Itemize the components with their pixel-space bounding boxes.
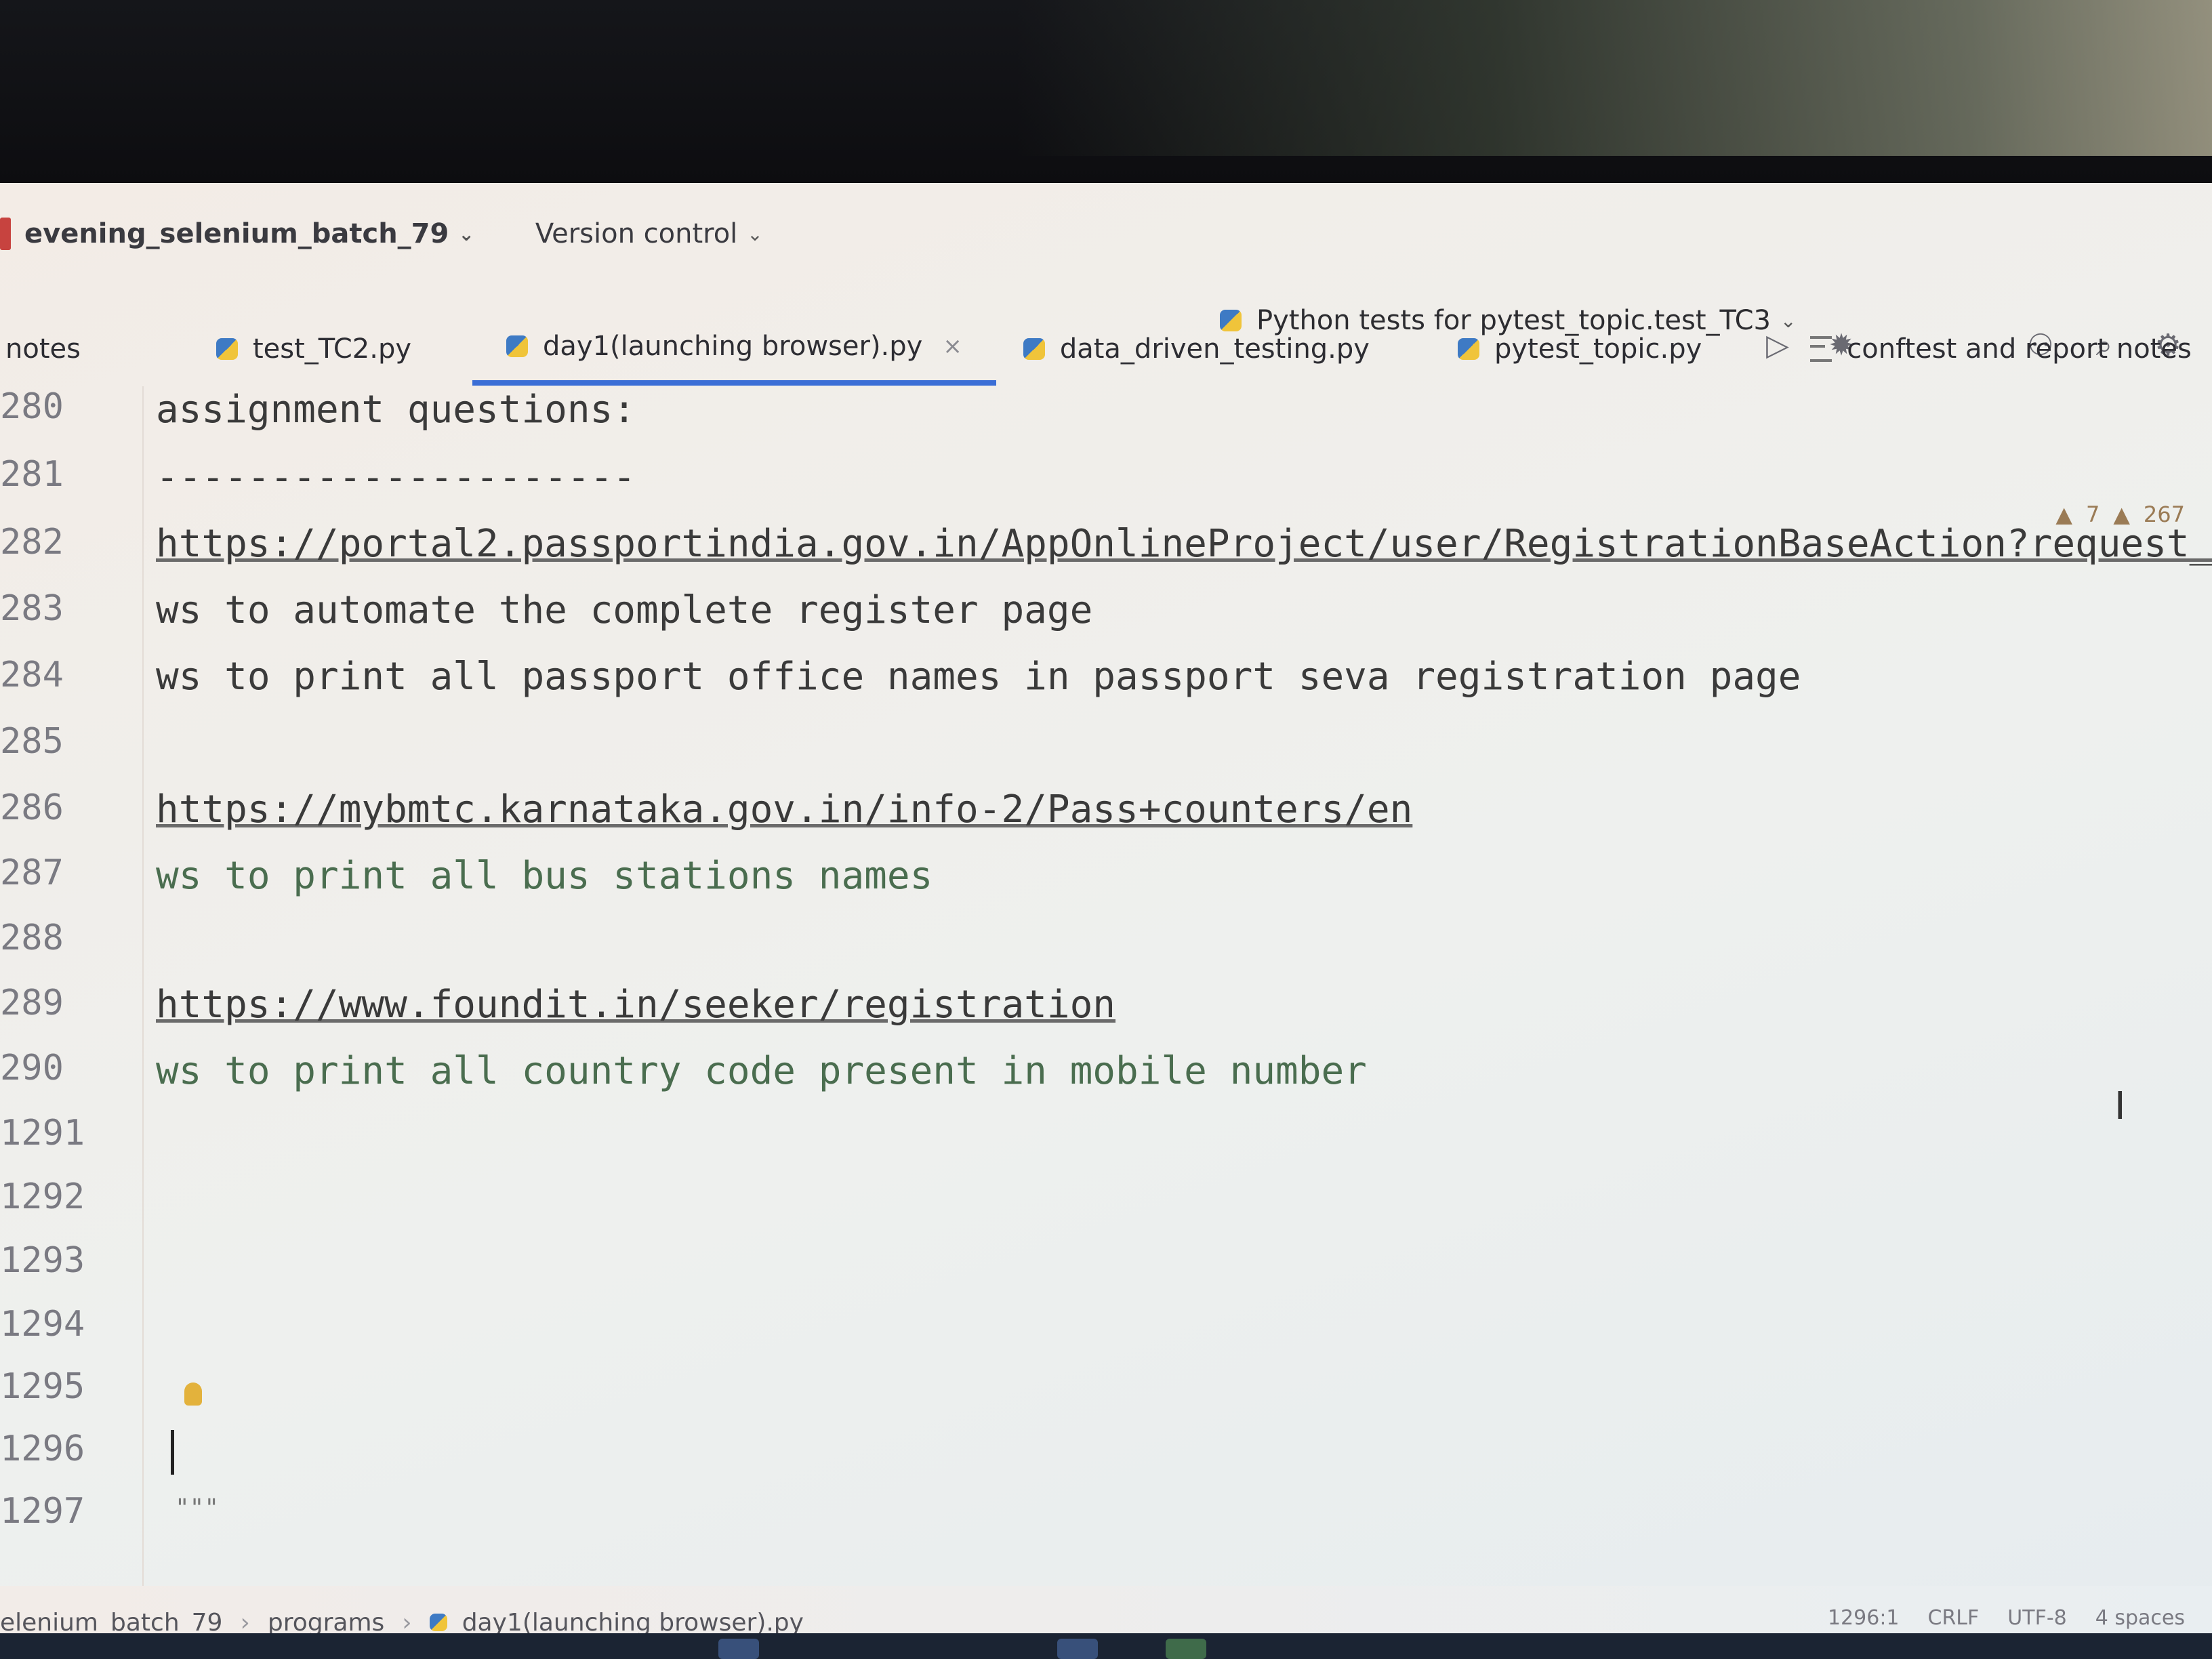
line-number: 289 [0,983,64,1023]
code-line-url[interactable]: https://mybmtc.karnataka.gov.in/info-2/P… [156,787,1412,832]
code-line[interactable]: ws to print all country code present in … [156,1049,1367,1093]
project-name: evening_selenium_batch_79 [24,218,449,249]
code-line[interactable]: assignment questions: [156,388,636,432]
chevron-right-icon: › [402,1608,412,1637]
editor-tabs: notes test_TC2.py day1(launching browser… [0,312,2212,386]
chevron-right-icon: › [240,1608,250,1637]
mouse-ibeam-cursor-icon: I [2114,1084,2126,1128]
line-number: 285 [0,721,64,762]
python-file-icon [1023,338,1045,360]
python-file-icon [216,338,238,360]
line-separator[interactable]: CRLF [1928,1606,1980,1630]
line-number: 280 [0,386,64,427]
line-number: 283 [0,588,64,629]
line-number: 281 [0,454,64,495]
line-number: 282 [0,522,64,562]
python-file-icon [506,335,529,357]
room-window-light [1017,0,2212,156]
text-caret [171,1430,174,1475]
line-number: 1297 [0,1491,85,1532]
python-file-icon [1457,338,1479,360]
ide-window: evening_selenium_batch_79 ⌄ Version cont… [0,183,2212,1659]
breadcrumb-folder[interactable]: programs [268,1609,384,1637]
status-widgets: 1296:1 CRLF UTF-8 4 spaces [1828,1606,2185,1630]
vcs-label: Version control [535,218,738,249]
tab-data-driven-testing[interactable]: data_driven_testing.py [996,315,1424,383]
line-number: 286 [0,787,64,828]
code-line-url[interactable]: https://portal2.passportindia.gov.in/App… [156,522,2212,566]
tab-conftest-notes[interactable]: conftest and report notes [1776,315,2212,383]
caret-position[interactable]: 1296:1 [1828,1606,1900,1630]
close-tab-icon[interactable]: × [943,333,962,360]
code-line[interactable]: ws to print all passport office names in… [156,655,1801,699]
code-line[interactable]: ws to print all bus stations names [156,854,933,898]
tab-notes[interactable]: notes [0,315,182,383]
breadcrumb-file[interactable]: day1(launching browser).py [462,1609,804,1637]
breadcrumb: elenium_batch_79 › programs › day1(launc… [0,1609,804,1637]
python-file-icon [429,1614,447,1631]
line-number: 1291 [0,1113,85,1153]
tab-pytest-topic[interactable]: pytest_topic.py [1424,315,1776,383]
taskbar-app-icon[interactable] [1057,1639,1098,1659]
indent-setting[interactable]: 4 spaces [2095,1606,2185,1630]
project-selector[interactable]: evening_selenium_batch_79 ⌄ [0,218,474,250]
line-number: 1295 [0,1366,85,1407]
line-number-gutter: 280 281 282 283 284 285 286 287 288 289 … [0,386,144,1659]
os-taskbar [0,1633,2212,1659]
line-number: 288 [0,918,64,958]
background-scene [0,0,2212,203]
tab-day1-launching-browser[interactable]: day1(launching browser).py × [472,312,996,386]
code-line[interactable]: """ [175,1494,219,1522]
line-number: 287 [0,853,64,893]
chevron-down-icon: ⌄ [747,222,763,245]
project-badge-icon [0,218,11,250]
chevron-down-icon: ⌄ [458,222,474,245]
line-number: 290 [0,1048,64,1088]
code-line-url[interactable]: https://www.foundit.in/seeker/registrati… [156,983,1115,1027]
intention-bulb-icon[interactable] [184,1382,202,1406]
vcs-selector[interactable]: Version control ⌄ [535,218,763,249]
breadcrumb-project[interactable]: elenium_batch_79 [0,1609,222,1637]
text-file-icon [1810,336,1832,362]
taskbar-app-icon[interactable] [1166,1639,1206,1659]
line-number: 1292 [0,1176,85,1217]
code-line[interactable]: ws to automate the complete register pag… [156,588,1092,632]
line-number: 284 [0,655,64,695]
line-number: 1296 [0,1429,85,1469]
line-number: 1293 [0,1240,85,1281]
tab-test-tc2[interactable]: test_TC2.py [182,315,472,383]
taskbar-app-icon[interactable] [718,1639,759,1659]
line-number: 1294 [0,1304,85,1345]
title-bar: evening_selenium_batch_79 ⌄ Version cont… [0,183,2212,285]
code-line[interactable]: --------------------- [156,455,636,499]
file-encoding[interactable]: UTF-8 [2007,1606,2066,1630]
